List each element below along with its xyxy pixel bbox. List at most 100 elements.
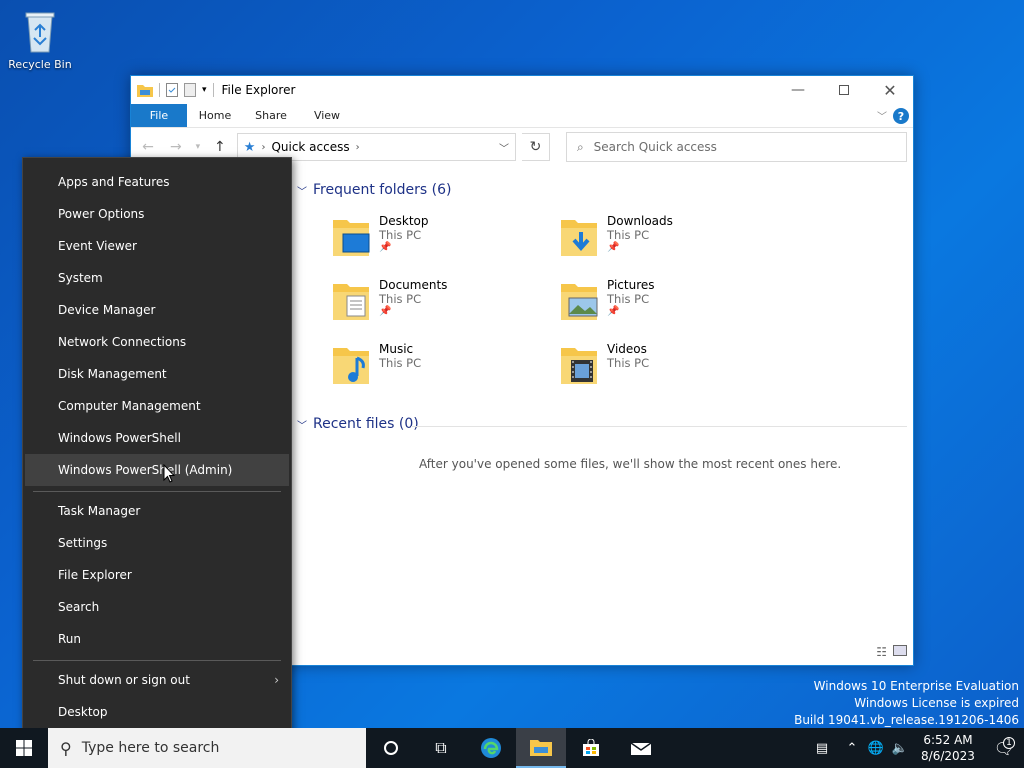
taskbar-search-box[interactable]: ⚲ Type here to search [48, 728, 366, 768]
back-arrow-icon[interactable]: ← [137, 139, 159, 155]
search-input[interactable]: ⌕ Search Quick access [565, 132, 908, 162]
menu-item-label: Shut down or sign out [58, 673, 190, 687]
submenu-chevron-right-icon: › [274, 673, 279, 687]
mail-button[interactable] [616, 728, 666, 768]
task-view-button[interactable]: ⧉ [416, 728, 466, 768]
menu-item-settings[interactable]: Settings [25, 527, 289, 559]
pin-icon: 📌 [379, 242, 392, 253]
folder-location: This PC [379, 292, 422, 306]
mail-envelope-icon [630, 742, 652, 755]
menu-item-search[interactable]: Search [25, 591, 289, 623]
menu-item-device-manager[interactable]: Device Manager [25, 294, 289, 326]
menu-item-task-manager[interactable]: Task Manager [25, 495, 289, 527]
minimize-button[interactable]: — [775, 76, 821, 104]
maximize-icon [839, 85, 849, 95]
address-location[interactable]: Quick access [271, 140, 349, 154]
menu-item-desktop[interactable]: Desktop [25, 696, 289, 728]
news-widget-icon[interactable]: ▤ [804, 741, 840, 756]
menu-item-apps-and-features[interactable]: Apps and Features [25, 166, 289, 198]
folder-location: This PC [607, 292, 650, 306]
volume-muted-icon[interactable]: 🔈 [888, 741, 912, 756]
refresh-icon: ↻ [529, 139, 542, 155]
menu-separator [33, 491, 281, 492]
toolbar-divider [212, 83, 214, 97]
folder-pictures[interactable]: Pictures This PC 📌 [559, 278, 655, 322]
maximize-button[interactable] [821, 76, 867, 104]
downloads-folder-icon [561, 220, 597, 256]
breadcrumb-chevron-icon[interactable]: › [356, 142, 360, 153]
power-user-menu: Apps and Features Power Options Event Vi… [22, 157, 292, 737]
window-title: File Explorer [221, 83, 296, 97]
show-hidden-icons-chevron-icon[interactable]: ⌃ [840, 741, 864, 756]
up-arrow-icon[interactable]: ↑ [209, 139, 231, 155]
toolbar-divider [159, 83, 160, 97]
breadcrumb-chevron-icon[interactable]: › [261, 142, 265, 153]
watermark-edition: Windows 10 Enterprise Evaluation [813, 679, 1019, 693]
folder-location: This PC [379, 356, 422, 370]
search-placeholder: Search Quick access [593, 140, 717, 154]
close-icon: ✕ [883, 80, 897, 100]
recent-files-header[interactable]: ﹀ Recent files (0) [297, 416, 419, 432]
refresh-button[interactable]: ↻ [522, 133, 550, 161]
menu-item-disk-management[interactable]: Disk Management [25, 358, 289, 390]
recent-files-title: Recent files (0) [313, 416, 419, 432]
tab-view[interactable]: View [299, 104, 355, 127]
file-explorer-icon [530, 740, 552, 756]
tab-home[interactable]: Home [187, 104, 243, 127]
taskbar-search-placeholder: Type here to search [81, 740, 220, 756]
clock[interactable]: 6:52 AM 8/6/2023 [912, 732, 984, 764]
network-globe-icon[interactable]: 🌐 [864, 741, 888, 756]
tab-share[interactable]: Share [243, 104, 299, 127]
folder-name: Documents [379, 278, 448, 292]
menu-item-file-explorer[interactable]: File Explorer [25, 559, 289, 591]
tab-file[interactable]: File [131, 104, 187, 127]
menu-item-event-viewer[interactable]: Event Viewer [25, 230, 289, 262]
recent-locations-chevron-icon[interactable]: ▾ [193, 142, 203, 152]
recycle-bin-desktop-icon[interactable]: Recycle Bin [6, 8, 74, 71]
folder-downloads[interactable]: Downloads This PC 📌 [559, 214, 673, 258]
file-explorer-taskbar-button[interactable] [516, 728, 566, 768]
folder-documents[interactable]: Documents This PC 📌 [331, 278, 447, 322]
edge-button[interactable] [466, 728, 516, 768]
folder-videos[interactable]: Videos This PC [559, 342, 649, 386]
minimize-icon: — [791, 82, 805, 98]
menu-item-run[interactable]: Run [25, 623, 289, 655]
expand-ribbon-chevron-icon[interactable]: ﹀ [877, 108, 887, 123]
clock-time: 6:52 AM [923, 733, 973, 747]
clock-date: 8/6/2023 [921, 749, 975, 763]
folder-desktop[interactable]: Desktop This PC 📌 [331, 214, 429, 258]
help-icon[interactable]: ? [893, 108, 909, 124]
address-dropdown-chevron-icon[interactable]: ﹀ [499, 140, 509, 155]
forward-arrow-icon[interactable]: → [165, 139, 187, 155]
action-center-button[interactable]: 🗨 1 [984, 736, 1024, 758]
menu-item-system[interactable]: System [25, 262, 289, 294]
menu-item-network-connections[interactable]: Network Connections [25, 326, 289, 358]
videos-folder-icon [561, 348, 597, 384]
cortana-button[interactable] [366, 728, 416, 768]
menu-item-windows-powershell-admin[interactable]: Windows PowerShell (Admin) [25, 454, 289, 486]
menu-item-computer-management[interactable]: Computer Management [25, 390, 289, 422]
search-icon: ⌕ [576, 139, 584, 154]
large-icons-view-icon[interactable] [893, 645, 907, 656]
folder-music[interactable]: Music This PC [331, 342, 421, 386]
quick-access-star-icon: ★ [243, 139, 256, 155]
frequent-folders-title: Frequent folders (6) [313, 182, 452, 198]
pictures-folder-icon [561, 284, 598, 320]
details-view-icon[interactable]: ☷ [876, 645, 887, 659]
customize-toolbar-chevron-icon[interactable]: ▾ [202, 85, 207, 95]
close-button[interactable]: ✕ [867, 76, 913, 104]
folder-location: This PC [607, 356, 650, 370]
folder-name: Music [379, 342, 414, 356]
menu-item-power-options[interactable]: Power Options [25, 198, 289, 230]
task-view-icon: ⧉ [435, 738, 447, 757]
new-folder-icon[interactable] [184, 83, 196, 97]
desktop-folder-icon [333, 220, 370, 256]
frequent-folders-header[interactable]: ﹀ Frequent folders (6) [297, 182, 452, 198]
store-button[interactable] [566, 728, 616, 768]
start-button[interactable] [0, 728, 48, 768]
explorer-folder-icon [137, 85, 153, 97]
menu-item-windows-powershell[interactable]: Windows PowerShell [25, 422, 289, 454]
folder-name: Videos [607, 342, 647, 356]
menu-item-shut-down-or-sign-out[interactable]: Shut down or sign out › [25, 664, 289, 696]
properties-icon[interactable] [166, 83, 178, 97]
